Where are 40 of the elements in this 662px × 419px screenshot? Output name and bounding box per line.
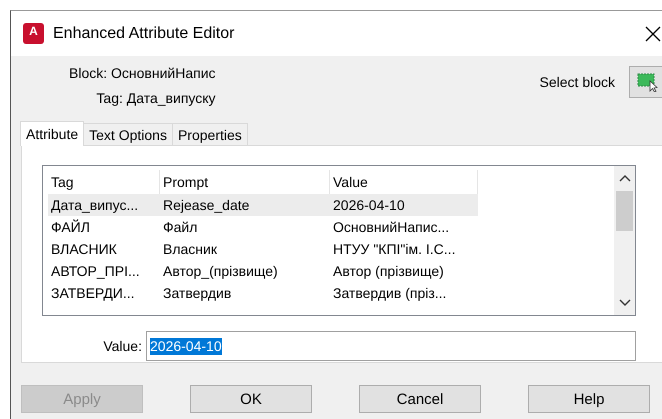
scroll-up-icon[interactable] bbox=[618, 174, 630, 182]
window-title: Enhanced Attribute Editor bbox=[53, 24, 236, 42]
table-cell-text: Файл bbox=[162, 218, 198, 237]
table-row[interactable]: ФАЙЛ Файл ОсновнийНапис... bbox=[48, 216, 478, 238]
value-label: Value: bbox=[102, 338, 142, 354]
block-select-icon bbox=[636, 72, 658, 92]
table-row[interactable]: Дата_випус... Rejease_date 2026-04-10 bbox=[48, 194, 478, 216]
table-cell-text: 2026-04-10 bbox=[332, 196, 406, 215]
scrollbar[interactable] bbox=[614, 166, 635, 315]
table-cell-text: Rejease_date bbox=[162, 196, 250, 215]
dialog-button[interactable]: Help bbox=[528, 385, 650, 413]
scroll-down-icon[interactable] bbox=[618, 299, 630, 307]
select-block-label: Select block bbox=[540, 74, 615, 90]
table-cell-text: ФАЙЛ bbox=[50, 218, 91, 237]
tab[interactable]: Text Options bbox=[83, 123, 173, 145]
dialog-button[interactable]: Cancel bbox=[359, 385, 481, 413]
tab[interactable]: Attribute bbox=[20, 121, 84, 146]
app-icon: A bbox=[23, 23, 44, 44]
scroll-thumb[interactable] bbox=[616, 191, 633, 231]
table-cell-text: ВЛАСНИК bbox=[50, 240, 118, 259]
table-cell-text: Власник bbox=[162, 240, 218, 259]
table-cell-text: АВТОР_ПРІ... bbox=[50, 262, 141, 281]
table-cell-text: Автор (прізвище) bbox=[332, 262, 445, 281]
table-cell-text: НТУУ "КПІ"ім. І.С... bbox=[332, 240, 456, 259]
dialog-button[interactable]: OK bbox=[190, 385, 312, 413]
table-cell-text: Затвердив (пріз... bbox=[332, 284, 448, 303]
table-row[interactable]: АВТОР_ПРІ... Автор_(прізвище) Автор (прізвище) bbox=[48, 260, 478, 282]
block-name: Block: ОсновнийНапис bbox=[69, 65, 216, 82]
table-cell-text: Дата_випус... bbox=[50, 196, 140, 215]
table-cell-text: ОсновнийНапис... bbox=[332, 218, 450, 237]
table-row[interactable]: ВЛАСНИК Власник НТУУ "КПІ"ім. І.С... bbox=[48, 238, 478, 260]
table-cell-text: Автор_(прізвище) bbox=[162, 262, 279, 281]
value-field[interactable]: 2026-04-10 bbox=[146, 331, 636, 361]
table-cell-text: ЗАТВЕРДИ... bbox=[50, 284, 136, 303]
table-cell-text: Затвердив bbox=[162, 284, 232, 303]
tag-name: Tag: Дата_випуску bbox=[96, 90, 216, 107]
close-icon[interactable] bbox=[645, 26, 661, 42]
table-row[interactable]: ЗАТВЕРДИ... Затвердив Затвердив (пріз... bbox=[48, 282, 478, 304]
select-block-button[interactable] bbox=[629, 66, 662, 98]
tab[interactable]: Properties bbox=[172, 123, 248, 145]
